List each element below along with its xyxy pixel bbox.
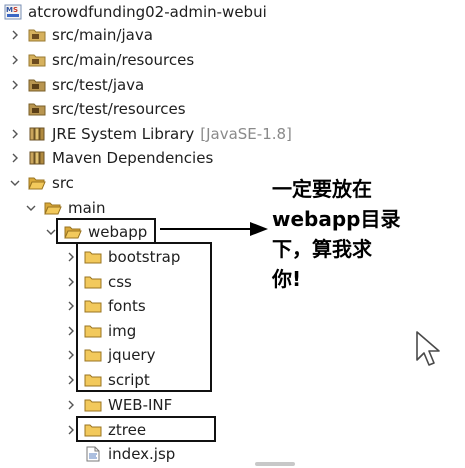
library-icon [28, 126, 46, 142]
source-folder-icon [28, 101, 46, 117]
source-folder-icon [28, 77, 46, 93]
chevron-right-icon[interactable] [8, 53, 22, 67]
item-label: src/main/java [52, 26, 153, 44]
svg-text:S: S [13, 6, 18, 14]
item-label: src/main/resources [52, 51, 195, 69]
chevron-down-icon[interactable] [8, 176, 22, 190]
chevron-right-icon[interactable] [8, 151, 22, 165]
mouse-cursor-icon [416, 331, 440, 366]
source-folder-icon [28, 52, 46, 68]
chevron-right-icon[interactable] [64, 398, 78, 412]
item-label: src [52, 174, 74, 192]
annotation-line: webapp目录 [272, 207, 401, 231]
highlight-box-ztree [76, 416, 216, 442]
annotation-arrow [160, 222, 268, 236]
item-label: Maven Dependencies [52, 149, 214, 167]
horizontal-scrollbar[interactable] [255, 462, 295, 466]
tree-item-maven-dependencies[interactable]: Maven Dependencies [8, 146, 213, 170]
annotation-line: 下，算我求 [272, 237, 372, 261]
project-row[interactable]: M S atcrowdfunding02-admin-webui [4, 0, 267, 24]
tree-item-src-test-java[interactable]: src/test/java [8, 73, 144, 97]
tree-item-src[interactable]: src [8, 171, 74, 195]
source-folder-icon [28, 27, 46, 43]
item-label: main [68, 199, 106, 217]
svg-text:M: M [6, 6, 13, 14]
tree-item-main[interactable]: main [24, 196, 105, 220]
annotation-line: 一定要放在 [272, 177, 372, 201]
tree-item-src-main-java[interactable]: src/main/java [8, 23, 153, 47]
highlight-box-webapp [56, 218, 156, 244]
item-label: index.jsp [108, 445, 176, 463]
tree-item-index-jsp[interactable]: index.jsp [64, 442, 175, 466]
item-label: JRE System Library [52, 125, 195, 143]
chevron-right-icon[interactable] [8, 78, 22, 92]
item-label: WEB-INF [108, 396, 173, 414]
jsp-file-icon [84, 446, 102, 462]
chevron-right-icon[interactable] [8, 28, 22, 42]
folder-open-icon [28, 175, 46, 191]
annotation-note: 一定要放在 webapp目录 下，算我求 你! [272, 174, 432, 294]
annotation-line: 你! [272, 267, 302, 291]
tree-item-src-main-resources[interactable]: src/main/resources [8, 48, 194, 72]
chevron-right-icon[interactable] [8, 127, 22, 141]
maven-project-icon: M S [4, 4, 22, 20]
chevron-down-icon[interactable] [24, 201, 38, 215]
library-icon [28, 150, 46, 166]
project-label: atcrowdfunding02-admin-webui [28, 3, 267, 21]
tree-item-web-inf[interactable]: WEB-INF [64, 393, 172, 417]
tree-item-jre-system-library[interactable]: JRE System Library [JavaSE-1.8] [8, 122, 292, 146]
highlight-box-webapp-children [76, 242, 212, 392]
folder-open-icon [44, 200, 62, 216]
item-label: src/test/java [52, 76, 145, 94]
item-label: src/test/resources [52, 100, 186, 118]
folder-icon [84, 397, 102, 413]
jre-version-decoration: [JavaSE-1.8] [200, 125, 292, 143]
tree-item-src-test-resources[interactable]: src/test/resources [8, 97, 186, 121]
